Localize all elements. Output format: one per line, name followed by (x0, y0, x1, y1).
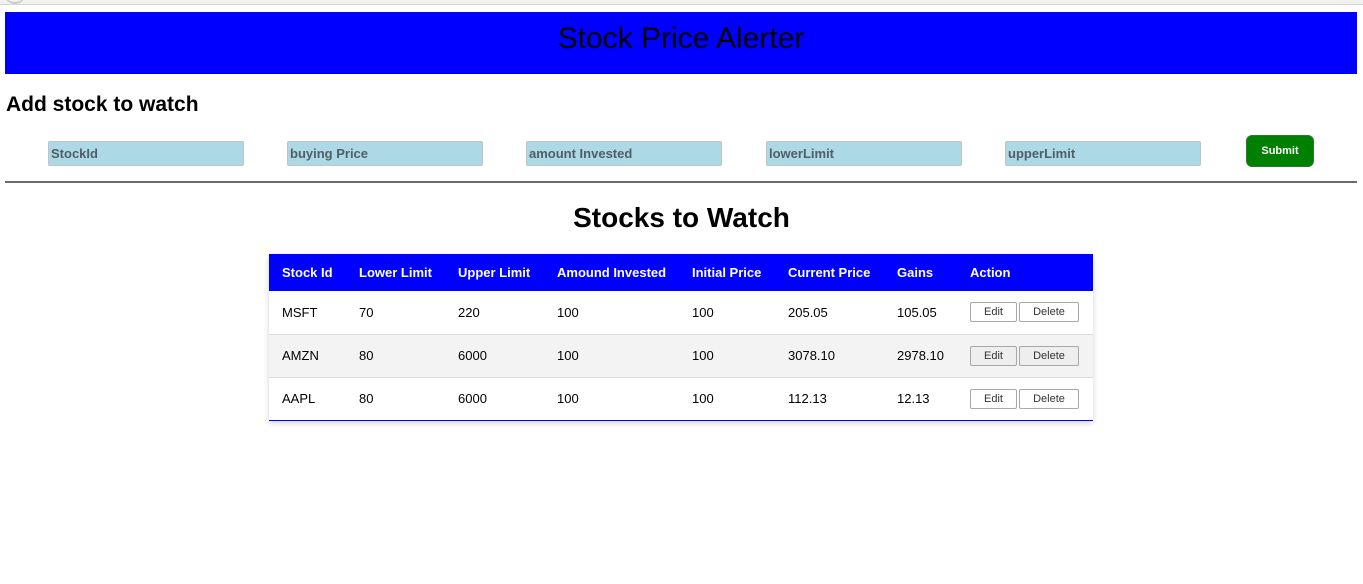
table-row: MSFT 70 220 100 100 205.05 105.05 Edit De… (269, 291, 1093, 334)
table-row: AAPL 80 6000 100 100 112.13 12.13 Edit De… (269, 377, 1093, 420)
edit-button[interactable]: Edit (970, 302, 1017, 323)
cell-gains: 105.05 (897, 304, 937, 320)
cell-gains: 12.13 (897, 391, 930, 407)
submit-button[interactable]: Submit (1246, 135, 1314, 167)
cell-initial-price: 100 (692, 348, 714, 363)
section-divider (5, 181, 1357, 183)
column-header-initial-price: Initial Price (692, 265, 762, 280)
cell-stock-id: AAPL (282, 391, 316, 407)
cell-amount-invested: 100 (557, 391, 579, 407)
column-header-amount-invested: Amound Invested (557, 265, 667, 280)
edit-button[interactable]: Edit (970, 345, 1017, 366)
cell-lower-limit: 70 (359, 304, 374, 320)
buying-price-input[interactable] (287, 141, 483, 166)
edit-button[interactable]: Edit (970, 388, 1017, 409)
cell-actions: Edit Delete (957, 334, 1093, 377)
stocks-to-watch-heading: Stocks to Watch (573, 202, 790, 233)
browser-top-edge (0, 0, 1363, 5)
cell-lower-limit: 80 (359, 348, 374, 363)
cell-lower-limit: 80 (359, 391, 374, 407)
cell-amount-invested: 100 (557, 348, 579, 363)
stocks-table: Stock Id Lower Limit Upper Limit Amound … (269, 254, 1093, 420)
tab-corner-icon (4, 0, 26, 4)
cell-actions: Edit Delete (957, 291, 1093, 334)
stock-id-input[interactable] (48, 141, 244, 166)
stocks-table-container: Stock Id Lower Limit Upper Limit Amound … (269, 254, 1093, 421)
table-header-row: Stock Id Lower Limit Upper Limit Amound … (269, 254, 1093, 291)
amount-invested-input[interactable] (526, 141, 722, 166)
cell-initial-price: 100 (692, 304, 714, 320)
add-stock-heading: Add stock to watch (6, 93, 199, 116)
column-header-action: Action (970, 265, 1011, 280)
delete-button[interactable]: Delete (1019, 302, 1079, 323)
lower-limit-input[interactable] (766, 141, 962, 166)
cell-stock-id: AMZN (282, 348, 319, 363)
table-row: AMZN 80 6000 100 100 3078.10 2978.10 Edi… (269, 334, 1093, 377)
app-title: Stock Price Alerter (557, 22, 805, 55)
cell-stock-id: MSFT (282, 304, 318, 320)
upper-limit-input[interactable] (1005, 141, 1201, 166)
cell-amount-invested: 100 (557, 304, 579, 320)
column-header-lower-limit: Lower Limit (359, 265, 432, 280)
column-header-current-price: Current Price (788, 265, 871, 280)
delete-button[interactable]: Delete (1019, 388, 1079, 409)
column-header-upper-limit: Upper Limit (458, 265, 531, 280)
column-header-gains: Gains (897, 265, 934, 280)
column-header-stock-id: Stock Id (282, 265, 333, 280)
cell-current-price: 205.05 (788, 304, 828, 320)
cell-actions: Edit Delete (957, 377, 1093, 420)
header-banner: Stock Price Alerter (5, 12, 1357, 74)
cell-gains: 2978.10 (897, 348, 944, 363)
delete-button[interactable]: Delete (1019, 345, 1079, 366)
cell-initial-price: 100 (692, 391, 714, 407)
cell-upper-limit: 6000 (458, 391, 487, 407)
cell-current-price: 3078.10 (788, 348, 835, 363)
cell-upper-limit: 220 (458, 304, 480, 320)
cell-current-price: 112.13 (788, 391, 827, 407)
cell-upper-limit: 6000 (458, 348, 487, 363)
